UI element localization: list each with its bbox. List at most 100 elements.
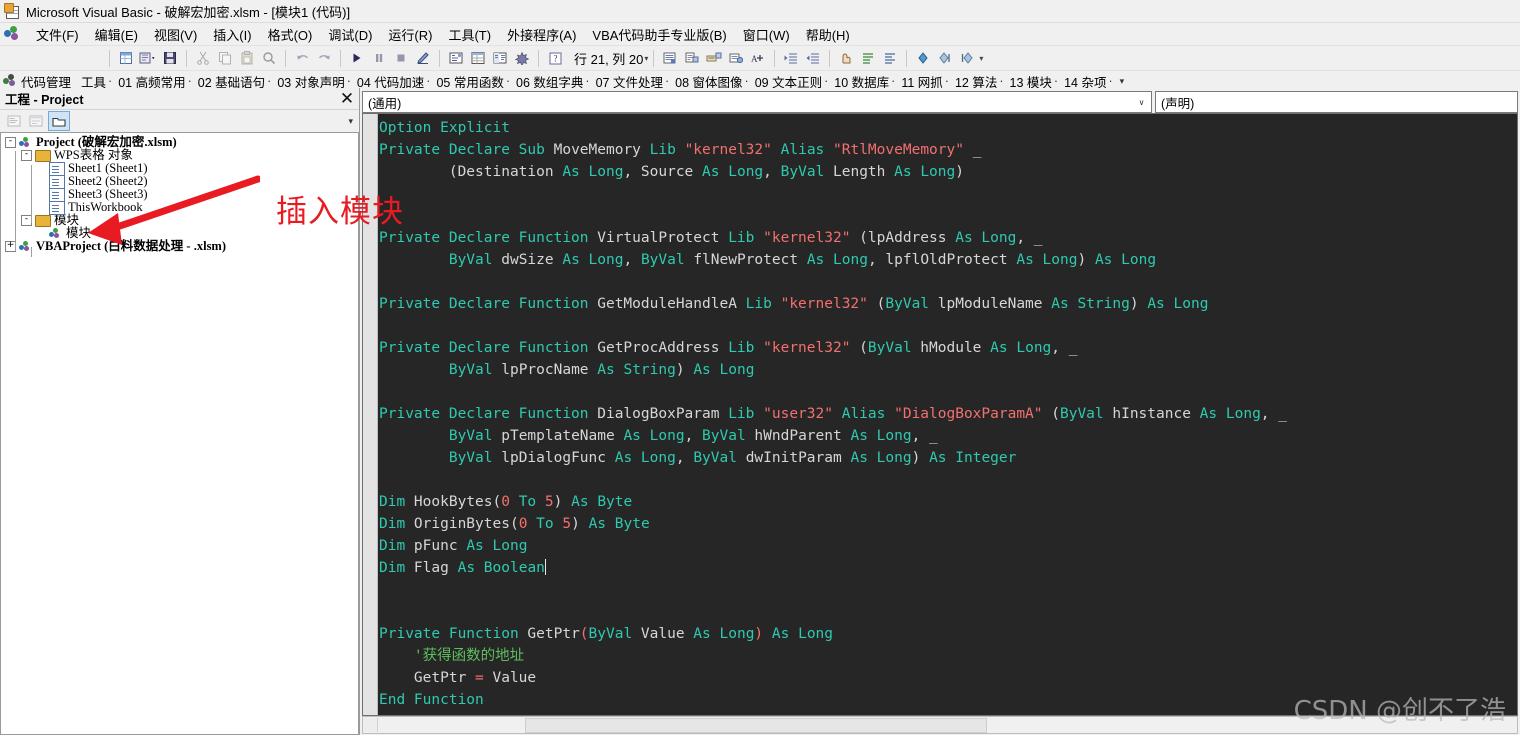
menu-item-debug[interactable]: 调试(D) bbox=[320, 23, 380, 46]
cut-icon[interactable] bbox=[193, 48, 213, 68]
menu-item-insert[interactable]: 插入(I) bbox=[205, 23, 259, 46]
code-line[interactable] bbox=[379, 469, 1517, 491]
insert-object-dropdown-icon[interactable] bbox=[138, 48, 158, 68]
next-bookmark-icon[interactable] bbox=[935, 48, 955, 68]
menu-item-addins[interactable]: 外接程序(A) bbox=[499, 23, 584, 46]
list-properties-icon[interactable] bbox=[660, 48, 680, 68]
toolbar-separator bbox=[340, 49, 341, 67]
help-icon[interactable]: ? bbox=[545, 48, 565, 68]
code-line[interactable] bbox=[379, 315, 1517, 337]
stop-icon[interactable] bbox=[391, 48, 411, 68]
code-line[interactable]: Private Declare Function GetProcAddress … bbox=[379, 337, 1517, 359]
vb-project-icon bbox=[19, 136, 33, 149]
code-line[interactable]: '获得函数的地址 bbox=[379, 645, 1517, 667]
view-code-button[interactable] bbox=[4, 112, 24, 130]
code-editor[interactable]: Option Explicit Private Declare Sub MoveM… bbox=[362, 113, 1518, 716]
code-line[interactable]: Private Function GetPtr(ByVal Value As L… bbox=[379, 623, 1517, 645]
code-line[interactable] bbox=[379, 381, 1517, 403]
project-toolbar-overflow-caret[interactable]: ▾ bbox=[348, 116, 353, 127]
code-line[interactable]: Private Declare Sub MoveMemory Lib "kern… bbox=[379, 139, 1517, 161]
scrollbar-thumb[interactable] bbox=[525, 718, 987, 733]
code-line[interactable]: ByVal dwSize As Long, ByVal flNewProtect… bbox=[379, 249, 1517, 271]
properties-window-icon[interactable] bbox=[468, 48, 488, 68]
outdent-icon[interactable] bbox=[803, 48, 823, 68]
project-explorer-icon[interactable] bbox=[446, 48, 466, 68]
quick-info-icon[interactable] bbox=[704, 48, 724, 68]
list-constants-icon[interactable] bbox=[682, 48, 702, 68]
menu-item-window[interactable]: 窗口(W) bbox=[735, 23, 798, 46]
code-line[interactable]: ByVal lpDialogFunc As Long, ByVal dwInit… bbox=[379, 447, 1517, 469]
code-line[interactable] bbox=[379, 205, 1517, 227]
code-token: Integer bbox=[955, 450, 1017, 466]
find-icon[interactable] bbox=[259, 48, 279, 68]
uncomment-block-icon[interactable] bbox=[880, 48, 900, 68]
code-line[interactable] bbox=[379, 601, 1517, 623]
parameter-info-icon[interactable] bbox=[726, 48, 746, 68]
expander-icon[interactable]: - bbox=[21, 150, 32, 161]
toggle-folders-button[interactable] bbox=[48, 111, 70, 131]
code-line[interactable]: Option Explicit bbox=[379, 117, 1517, 139]
menu-item-vba-assistant[interactable]: VBA代码助手专业版(B) bbox=[584, 23, 734, 46]
code-line[interactable]: Private Declare Function VirtualProtect … bbox=[379, 227, 1517, 249]
menu-item-file[interactable]: 文件(F) bbox=[28, 23, 87, 46]
expander-icon[interactable]: - bbox=[5, 137, 16, 148]
menu-item-view[interactable]: 视图(V) bbox=[146, 23, 205, 46]
menu-item-run[interactable]: 运行(R) bbox=[380, 23, 440, 46]
code-line[interactable]: (Destination As Long, Source As Long, By… bbox=[379, 161, 1517, 183]
code-line[interactable] bbox=[379, 579, 1517, 601]
paste-icon[interactable] bbox=[237, 48, 257, 68]
code-token: ) bbox=[675, 362, 694, 378]
code-line[interactable]: ByVal pTemplateName As Long, ByVal hWndP… bbox=[379, 425, 1517, 447]
code-line[interactable] bbox=[379, 183, 1517, 205]
view-object-button[interactable] bbox=[26, 112, 46, 130]
code-line[interactable]: Dim OriginBytes(0 To 5) As Byte bbox=[379, 513, 1517, 535]
code-token: GetPtr bbox=[518, 626, 580, 642]
toolbox-icon[interactable] bbox=[512, 48, 532, 68]
toolbar-overflow-caret-2[interactable]: ▾ bbox=[979, 54, 983, 63]
copy-icon[interactable] bbox=[215, 48, 235, 68]
code-line[interactable] bbox=[379, 271, 1517, 293]
code-line[interactable]: Dim HookBytes(0 To 5) As Byte bbox=[379, 491, 1517, 513]
menu-item-edit[interactable]: 编辑(E) bbox=[87, 23, 146, 46]
procedure-combo[interactable]: (声明) bbox=[1155, 91, 1518, 113]
chevron-down-icon[interactable]: ∨ bbox=[1134, 94, 1149, 110]
code-text[interactable]: Option Explicit Private Declare Sub MoveM… bbox=[379, 117, 1517, 715]
menu-item-help[interactable]: 帮助(H) bbox=[798, 23, 858, 46]
code-token: Long bbox=[833, 252, 868, 268]
redo-icon[interactable] bbox=[314, 48, 334, 68]
toolbar-overflow-caret[interactable]: ▾ bbox=[644, 54, 648, 63]
tree-node-sheet1[interactable]: Sheet1 (Sheet1) bbox=[3, 161, 358, 176]
code-line[interactable]: Dim Flag As Boolean bbox=[379, 557, 1517, 579]
menu-item-format[interactable]: 格式(O) bbox=[260, 23, 321, 46]
design-mode-icon[interactable] bbox=[413, 48, 433, 68]
code-token: Long bbox=[1173, 296, 1209, 312]
cm-overflow-caret[interactable]: ▾ bbox=[1120, 76, 1125, 87]
code-line[interactable]: GetPtr = Value bbox=[379, 667, 1517, 689]
object-browser-icon[interactable] bbox=[490, 48, 510, 68]
view-excel-icon[interactable] bbox=[116, 48, 136, 68]
code-line[interactable]: Private Declare Function DialogBoxParam … bbox=[379, 403, 1517, 425]
code-token: ) bbox=[955, 164, 964, 180]
toggle-bookmark-icon[interactable] bbox=[913, 48, 933, 68]
complete-word-icon[interactable]: A bbox=[748, 48, 768, 68]
tree-node-wps-objects[interactable]: - WPS表格 对象 bbox=[3, 149, 358, 162]
comment-block-icon[interactable] bbox=[858, 48, 878, 68]
close-icon[interactable]: ✕ bbox=[335, 89, 359, 109]
menu-item-tools[interactable]: 工具(T) bbox=[440, 23, 499, 46]
toggle-breakpoint-icon[interactable] bbox=[836, 48, 856, 68]
indent-icon[interactable] bbox=[781, 48, 801, 68]
previous-bookmark-icon[interactable] bbox=[957, 48, 977, 68]
csdn-watermark: CSDN @创不了浩 bbox=[1293, 696, 1506, 726]
code-line[interactable]: Dim pFunc As Long bbox=[379, 535, 1517, 557]
save-icon[interactable] bbox=[160, 48, 180, 68]
undo-icon[interactable] bbox=[292, 48, 312, 68]
run-icon[interactable] bbox=[347, 48, 367, 68]
code-line[interactable]: ByVal lpProcName As String) As Long bbox=[379, 359, 1517, 381]
code-token: , bbox=[623, 252, 641, 268]
code-line[interactable]: Private Declare Function GetModuleHandle… bbox=[379, 293, 1517, 315]
pause-icon[interactable] bbox=[369, 48, 389, 68]
code-token: As bbox=[929, 450, 947, 466]
object-combo[interactable]: (通用) ∨ bbox=[362, 91, 1152, 113]
